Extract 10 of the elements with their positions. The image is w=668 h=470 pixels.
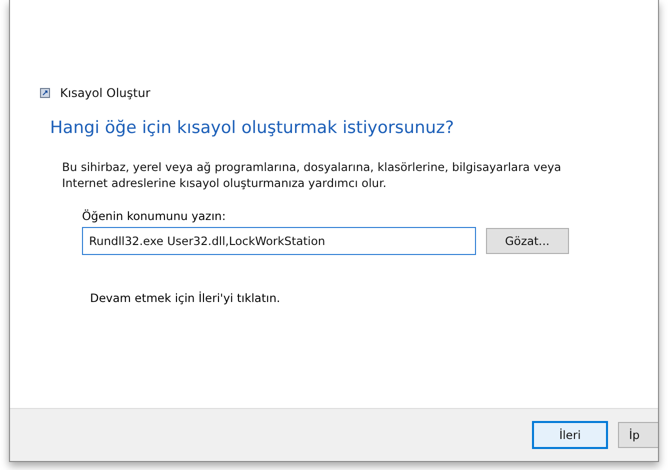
description-text: Bu sihirbaz, yerel veya ağ programlarına, dosyalarına, klasörlerine, bilgisayarlara veya Internet adreslerine kısayol oluşturmanıza yardımcı olur. [62, 160, 562, 192]
page-heading: Hangi öğe için kısayol oluşturmak istiyorsunuz? [50, 118, 456, 138]
next-button[interactable]: İleri [532, 421, 608, 449]
hint-text: Devam etmek için İleri'yi tıklatın. [90, 291, 282, 306]
window-title: Kısayol Oluştur [60, 86, 150, 100]
cancel-button[interactable]: İp [618, 422, 658, 448]
field-label: Öğenin konumunu yazın: [82, 209, 227, 224]
shortcut-icon [40, 88, 50, 98]
browse-button[interactable]: Gözat... [486, 228, 569, 254]
location-field[interactable]: Rundll32.exe User32.dll,LockWorkStation [82, 227, 476, 256]
